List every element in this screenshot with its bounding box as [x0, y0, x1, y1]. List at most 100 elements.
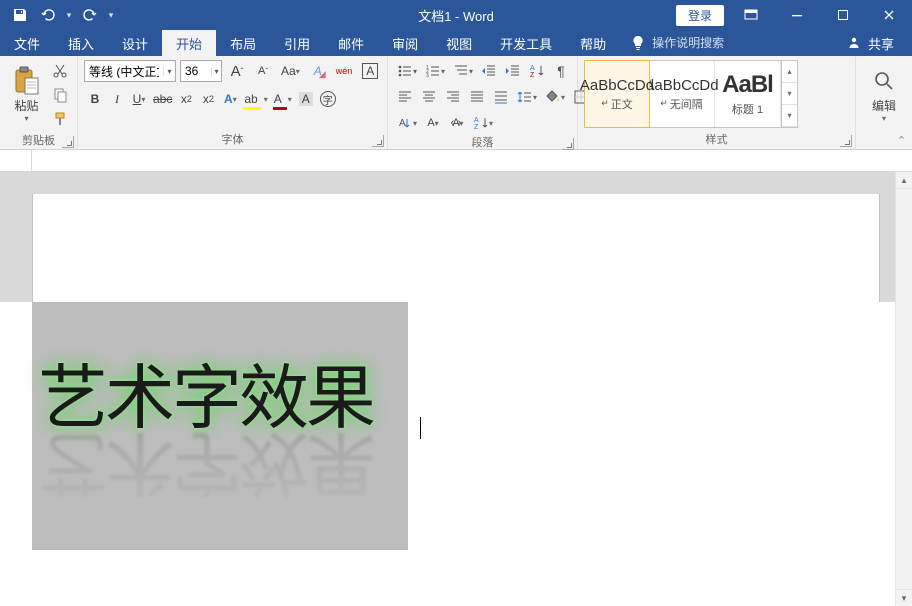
- justify-button[interactable]: [466, 86, 488, 108]
- scroll-down-button[interactable]: ▾: [896, 589, 912, 606]
- style-no-spacing[interactable]: AaBbCcDd ↵无间隔: [649, 61, 715, 127]
- grow-font-button[interactable]: Aˆ: [226, 60, 248, 82]
- bullets-button[interactable]: ▾: [394, 60, 420, 82]
- style-normal[interactable]: AaBbCcDd ↵正文: [584, 60, 650, 128]
- redo-button[interactable]: [76, 1, 104, 29]
- underline-button[interactable]: U▾: [128, 88, 150, 110]
- multilevel-list-button[interactable]: ▾: [450, 60, 476, 82]
- login-button[interactable]: 登录: [676, 5, 724, 26]
- strikethrough-button[interactable]: abc: [150, 88, 175, 110]
- font-name-input[interactable]: [85, 64, 163, 78]
- font-launcher[interactable]: [372, 135, 384, 147]
- undo-button[interactable]: [34, 1, 62, 29]
- align-center-button[interactable]: [418, 86, 440, 108]
- multilevel-icon: [453, 63, 469, 79]
- numbering-button[interactable]: 123▾: [422, 60, 448, 82]
- collapse-ribbon[interactable]: ⌃: [856, 134, 912, 149]
- enclose-characters-button[interactable]: 字: [317, 88, 339, 110]
- asian-layout-button[interactable]: A▾: [422, 112, 444, 134]
- styles-launcher[interactable]: [840, 135, 852, 147]
- subscript-button[interactable]: x2: [175, 88, 197, 110]
- font-size-combo[interactable]: ▾: [180, 60, 222, 82]
- change-case-button[interactable]: Aa▾: [278, 60, 303, 82]
- tab-references[interactable]: 引用: [270, 30, 324, 56]
- tab-home[interactable]: 开始: [162, 30, 216, 56]
- editing-button[interactable]: 编辑 ▾: [862, 60, 906, 132]
- show-marks-button[interactable]: ¶: [550, 60, 572, 82]
- decrease-indent-button[interactable]: [478, 60, 500, 82]
- font-name-combo[interactable]: ▾: [84, 60, 176, 82]
- tab-file[interactable]: 文件: [0, 30, 54, 56]
- italic-button[interactable]: I: [106, 88, 128, 110]
- shrink-font-button[interactable]: Aˇ: [252, 60, 274, 82]
- superscript-button[interactable]: x2: [197, 88, 219, 110]
- align-right-button[interactable]: [442, 86, 464, 108]
- highlight-button[interactable]: ab▾: [241, 88, 270, 110]
- copy-button[interactable]: [49, 84, 71, 106]
- tab-design[interactable]: 设计: [108, 30, 162, 56]
- qat-customize[interactable]: ▾: [104, 10, 118, 21]
- style-heading-1[interactable]: AaBl 标题 1: [715, 61, 781, 127]
- chevron-down-icon[interactable]: ▾: [163, 67, 175, 76]
- save-button[interactable]: [6, 1, 34, 29]
- scroll-up-button[interactable]: ▴: [896, 172, 912, 189]
- gallery-scroll-up[interactable]: ▴: [782, 61, 797, 83]
- format-painter-icon: [52, 111, 68, 127]
- character-border-button[interactable]: A: [359, 60, 381, 82]
- bold-button[interactable]: B: [84, 88, 106, 110]
- paragraph-launcher[interactable]: [562, 138, 574, 150]
- tab-layout[interactable]: 布局: [216, 30, 270, 56]
- undo-icon: [40, 7, 56, 23]
- font-color-button[interactable]: A▾: [271, 88, 295, 110]
- text-direction-button[interactable]: A▾: [394, 112, 420, 134]
- tab-developer[interactable]: 开发工具: [486, 30, 566, 56]
- char-scaling-button[interactable]: ‹A›▾: [446, 112, 468, 134]
- document-area[interactable]: 艺术字效果 艺术字效果 ▴ ▾: [0, 172, 912, 606]
- cut-button[interactable]: [49, 60, 71, 82]
- wordart-object[interactable]: 艺术字效果 艺术字效果: [32, 302, 408, 550]
- tab-review[interactable]: 审阅: [378, 30, 432, 56]
- share-icon: [846, 35, 862, 51]
- sort-button-2[interactable]: AZ▾: [470, 112, 496, 134]
- gallery-expand[interactable]: ▾: [782, 105, 797, 127]
- gallery-scroll-down[interactable]: ▾: [782, 83, 797, 105]
- minimize-button[interactable]: [774, 0, 820, 30]
- font-size-input[interactable]: [181, 64, 211, 78]
- horizontal-ruler[interactable]: [32, 150, 912, 171]
- line-spacing-button[interactable]: ▾: [514, 86, 540, 108]
- tab-insert[interactable]: 插入: [54, 30, 108, 56]
- sort-button[interactable]: AZ: [526, 60, 548, 82]
- clipboard-launcher[interactable]: [62, 136, 74, 148]
- character-shading-button[interactable]: A: [295, 88, 317, 110]
- svg-text:3: 3: [426, 73, 429, 79]
- paste-icon: [11, 65, 43, 97]
- tell-me-box[interactable]: [620, 30, 752, 56]
- ribbon: 粘贴 ▾ 剪贴板 ▾ ▾ Aˆ Aˇ: [0, 56, 912, 150]
- align-left-button[interactable]: [394, 86, 416, 108]
- tab-mailings[interactable]: 邮件: [324, 30, 378, 56]
- close-button[interactable]: [866, 0, 912, 30]
- clear-formatting-button[interactable]: A◢: [307, 60, 329, 82]
- tab-view[interactable]: 视图: [432, 30, 486, 56]
- shading-button[interactable]: ▾: [542, 86, 568, 108]
- paste-button[interactable]: 粘贴 ▾: [6, 60, 47, 132]
- increase-indent-button[interactable]: [502, 60, 524, 82]
- text-effects-button[interactable]: A▾: [219, 88, 241, 110]
- maximize-button[interactable]: [820, 0, 866, 30]
- document-title: 文档1 - Word: [418, 6, 494, 25]
- tell-me-input[interactable]: [652, 36, 742, 50]
- phonetic-guide-button[interactable]: wén: [333, 60, 356, 82]
- group-clipboard: 粘贴 ▾ 剪贴板: [0, 56, 78, 149]
- style-name: ↵正文: [601, 96, 633, 112]
- vertical-scrollbar[interactable]: ▴ ▾: [895, 172, 912, 606]
- undo-dropdown[interactable]: ▾: [62, 10, 76, 21]
- share-button[interactable]: 共享: [828, 30, 912, 56]
- ribbon-display-options[interactable]: [728, 0, 774, 30]
- svg-text:A: A: [474, 117, 479, 124]
- group-editing: 编辑 ▾ ⌃: [856, 56, 912, 149]
- tab-help[interactable]: 帮助: [566, 30, 620, 56]
- sort-icon: AZ: [529, 63, 545, 79]
- chevron-down-icon[interactable]: ▾: [211, 67, 221, 76]
- format-painter-button[interactable]: [49, 108, 71, 130]
- distributed-button[interactable]: [490, 86, 512, 108]
